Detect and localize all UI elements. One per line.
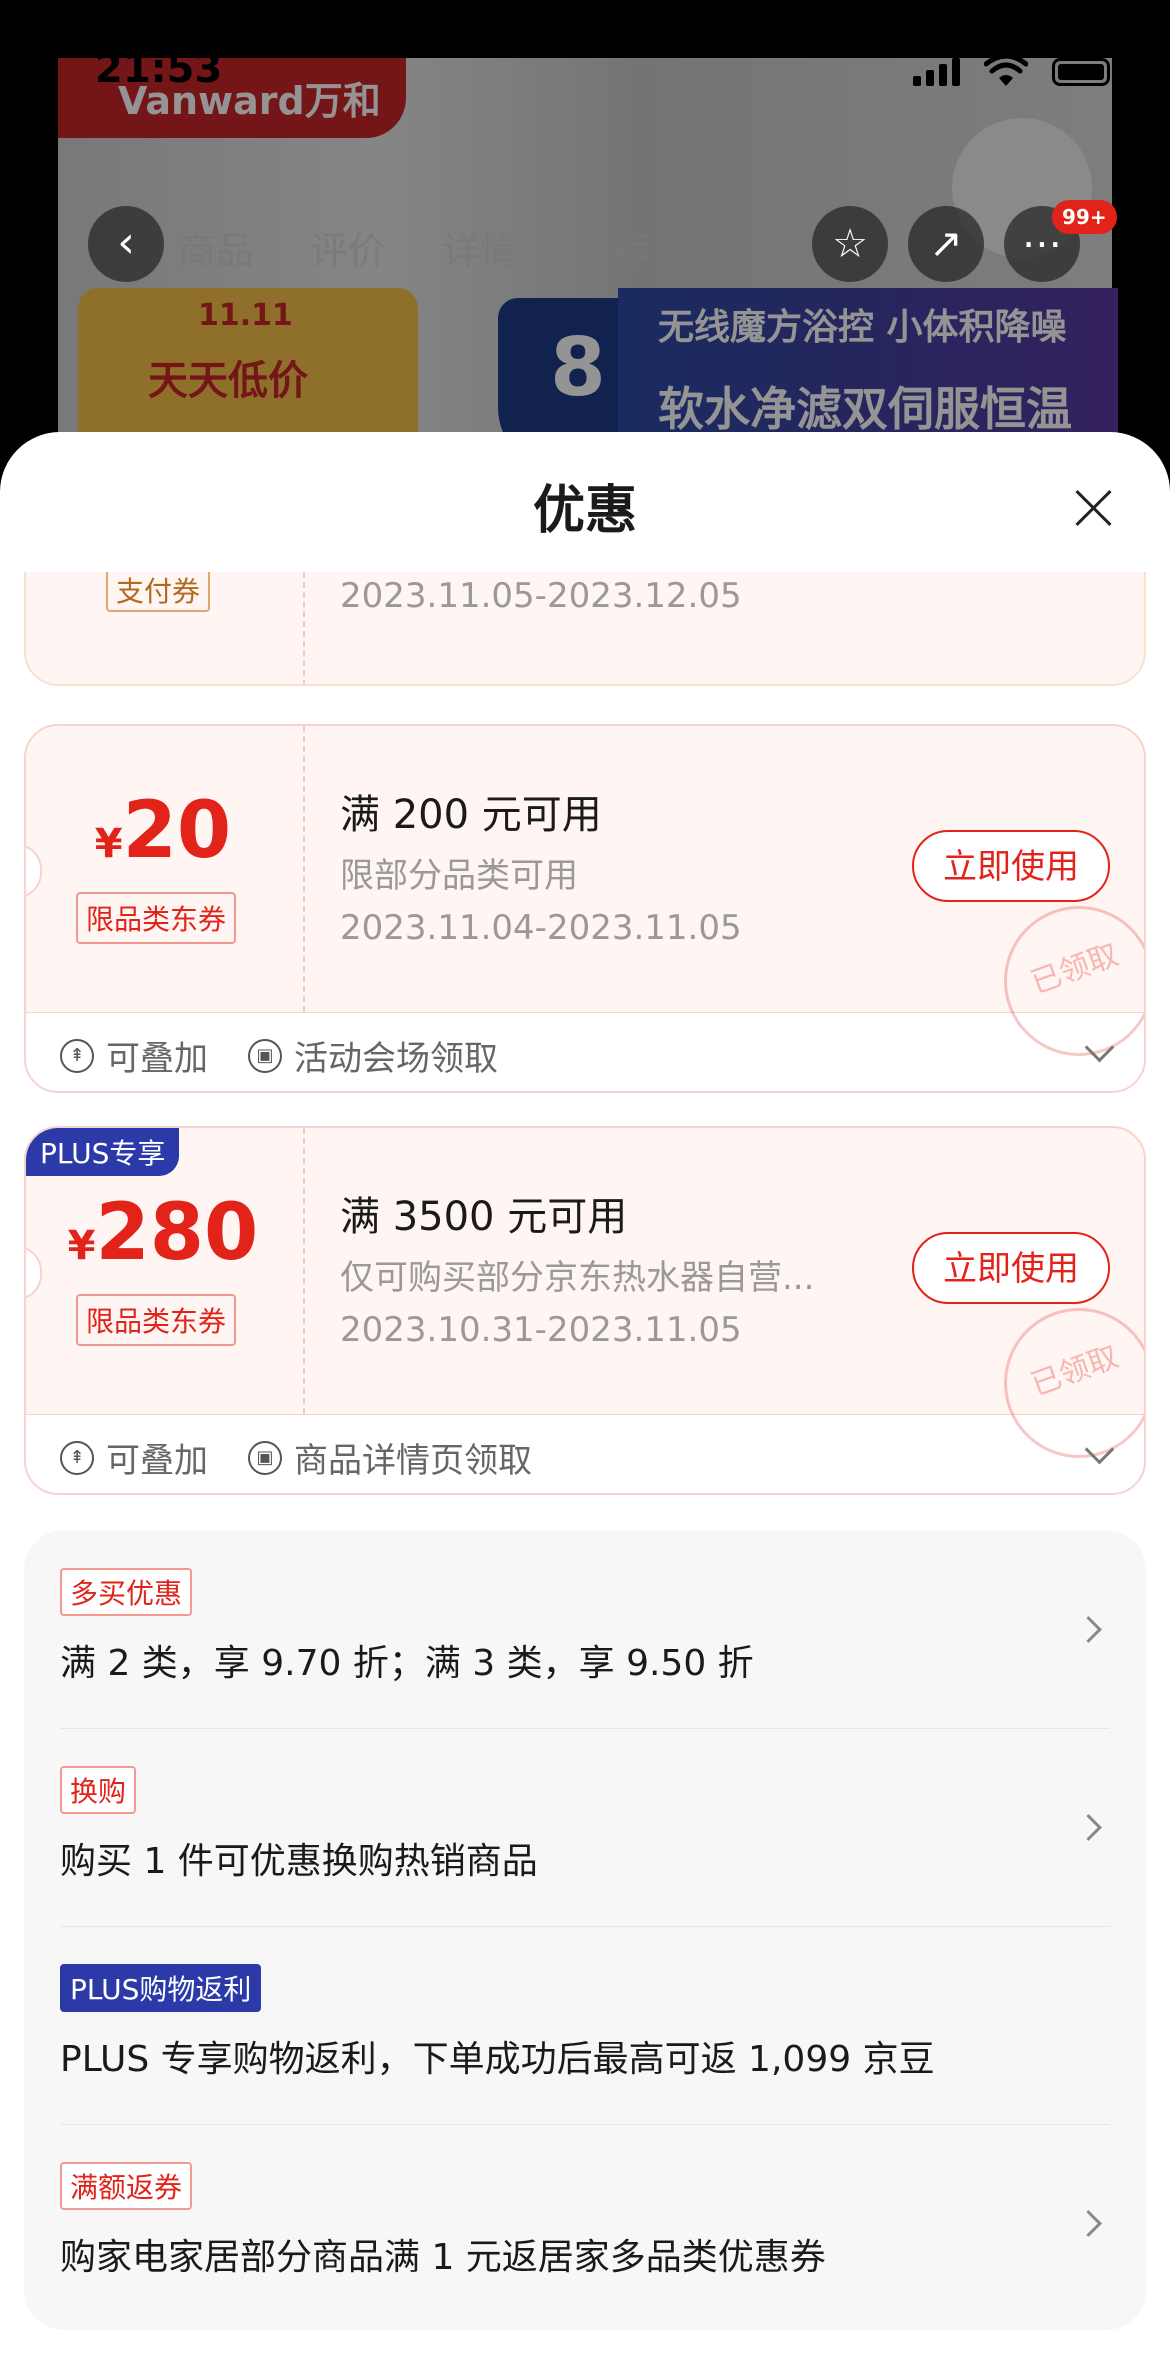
coupon-footer[interactable]: ⇞ 可叠加 ▣ 活动会场领取 — [26, 1013, 1144, 1091]
battery-icon — [1052, 58, 1110, 86]
coupon-body: ¥20 限品类东券 满 200 元可用 限部分品类可用 2023.11.04-2… — [26, 726, 1144, 1078]
tab-reviews[interactable]: 评价 — [310, 220, 386, 275]
header-actions: ☆ ↗ ⋯ 99+ — [812, 200, 1117, 282]
share-button[interactable]: ↗ — [908, 206, 984, 282]
amount-value: 280 — [95, 1188, 259, 1278]
discount-sheet: 优惠 支付券 2023.11.05-2023.12.05 ¥20 限品类东券 满… — [0, 432, 1170, 2369]
coupon-threshold: 满 200 元可用 — [340, 792, 602, 838]
coupon-date: 2023.11.05-2023.12.05 — [340, 576, 742, 616]
coupon-type: 限品类东券 — [76, 1294, 237, 1346]
source-text: 商品详情页领取 — [294, 1441, 532, 1481]
currency-symbol: ¥ — [67, 1223, 96, 1269]
source-label: ▣ 活动会场领取 — [248, 1031, 498, 1080]
promotion-tag: 多买优惠 — [60, 1568, 193, 1616]
coupon-threshold: 满 3500 元可用 — [340, 1194, 628, 1240]
promotion-text: 购买 1 件可优惠换购热销商品 — [60, 1841, 538, 1882]
coupon-divider — [303, 726, 305, 1012]
wifi-icon — [984, 56, 1028, 86]
use-now-button[interactable]: 立即使用 — [912, 1232, 1110, 1304]
promotion-tag: 换购 — [60, 1766, 137, 1814]
stackable-text: 可叠加 — [106, 1441, 208, 1481]
favorite-button[interactable]: ☆ — [812, 206, 888, 282]
coupon-card-partial: 支付券 2023.11.05-2023.12.05 — [24, 572, 1146, 686]
coupon-amount: ¥20 — [26, 786, 300, 876]
coupon-type: 支付券 — [106, 572, 211, 612]
coupon-body: PLUS专享 ¥280 限品类东券 满 3500 元可用 仅可购买部分京东热水器… — [26, 1128, 1144, 1480]
tab-details[interactable]: 详情 — [442, 220, 518, 275]
status-time: 21:53 — [95, 46, 223, 92]
product-tabs: 商品 评价 详情 推荐 — [178, 220, 650, 275]
promotion-tag: PLUS购物返利 — [60, 1964, 262, 2012]
use-now-button[interactable]: 立即使用 — [912, 830, 1110, 902]
status-icons — [913, 56, 1110, 88]
coupon-amount: ¥280 — [26, 1188, 300, 1278]
sheet-title: 优惠 — [532, 481, 637, 541]
coupon-divider — [303, 572, 305, 684]
stack-icon: ⇞ — [60, 1038, 94, 1073]
coupon-date: 2023.10.31-2023.11.05 — [340, 1310, 742, 1350]
ticket-icon: ▣ — [248, 1440, 282, 1475]
coupon-footer[interactable]: ⇞ 可叠加 ▣ 商品详情页领取 — [26, 1415, 1144, 1493]
close-icon[interactable] — [1072, 486, 1116, 530]
more-button[interactable]: ⋯ 99+ — [1004, 200, 1117, 282]
source-label: ▣ 商品详情页领取 — [248, 1433, 532, 1482]
amount-value: 20 — [122, 786, 232, 876]
coupon-divider — [303, 1128, 305, 1414]
source-text: 活动会场领取 — [294, 1039, 498, 1079]
stack-icon: ⇞ — [60, 1440, 94, 1475]
cellular-signal-icon — [913, 58, 960, 86]
chevron-right-icon — [1075, 1616, 1102, 1643]
promotion-tag: 满额返券 — [60, 2162, 193, 2210]
ticket-icon: ▣ — [248, 1038, 282, 1073]
promotion-list: 多买优惠 满 2 类，享 9.70 折；满 3 类，享 9.50 折 换购 购买… — [24, 1530, 1146, 2330]
coupon-date: 2023.11.04-2023.11.05 — [340, 908, 742, 948]
coupon-card: ¥20 限品类东券 满 200 元可用 限部分品类可用 2023.11.04-2… — [24, 724, 1146, 1093]
tab-recommend[interactable]: 推荐 — [574, 220, 650, 275]
promotion-item-exchange[interactable]: 换购 购买 1 件可优惠换购热销商品 — [60, 1728, 1110, 1927]
chevron-right-icon — [1075, 1814, 1102, 1841]
chevron-down-icon[interactable] — [1084, 1434, 1115, 1465]
coupon-scope: 仅可购买部分京东热水器自营... — [340, 1258, 815, 1298]
promotion-text: 满 2 类，享 9.70 折；满 3 类，享 9.50 折 — [60, 1643, 754, 1684]
chevron-down-icon[interactable] — [1084, 1032, 1115, 1063]
plus-exclusive-tag: PLUS专享 — [26, 1128, 180, 1176]
chevron-right-icon — [1075, 2210, 1102, 2237]
stackable-text: 可叠加 — [106, 1039, 208, 1079]
stackable-label: ⇞ 可叠加 — [60, 1433, 208, 1482]
coupon-type: 限品类东券 — [76, 892, 237, 944]
currency-symbol: ¥ — [94, 821, 123, 867]
message-count-badge: 99+ — [1052, 200, 1117, 234]
promotion-item-multi-buy[interactable]: 多买优惠 满 2 类，享 9.70 折；满 3 类，享 9.50 折 — [60, 1530, 1110, 1729]
promotion-text: PLUS 专享购物返利，下单成功后最高可返 1,099 京豆 — [60, 2039, 935, 2080]
back-button[interactable]: ‹ — [88, 206, 164, 282]
promotion-item-coupon-return[interactable]: 满额返券 购家电家居部分商品满 1 元返居家多品类优惠券 — [60, 2124, 1110, 2322]
stackable-label: ⇞ 可叠加 — [60, 1031, 208, 1080]
promotion-text: 购家电家居部分商品满 1 元返居家多品类优惠券 — [60, 2237, 826, 2278]
promotion-item-plus-rebate: PLUS购物返利 PLUS 专享购物返利，下单成功后最高可返 1,099 京豆 — [60, 1926, 1110, 2125]
coupon-card: PLUS专享 ¥280 限品类东券 满 3500 元可用 仅可购买部分京东热水器… — [24, 1126, 1146, 1495]
tab-product[interactable]: 商品 — [178, 220, 254, 275]
coupon-scope: 限部分品类可用 — [340, 856, 578, 896]
